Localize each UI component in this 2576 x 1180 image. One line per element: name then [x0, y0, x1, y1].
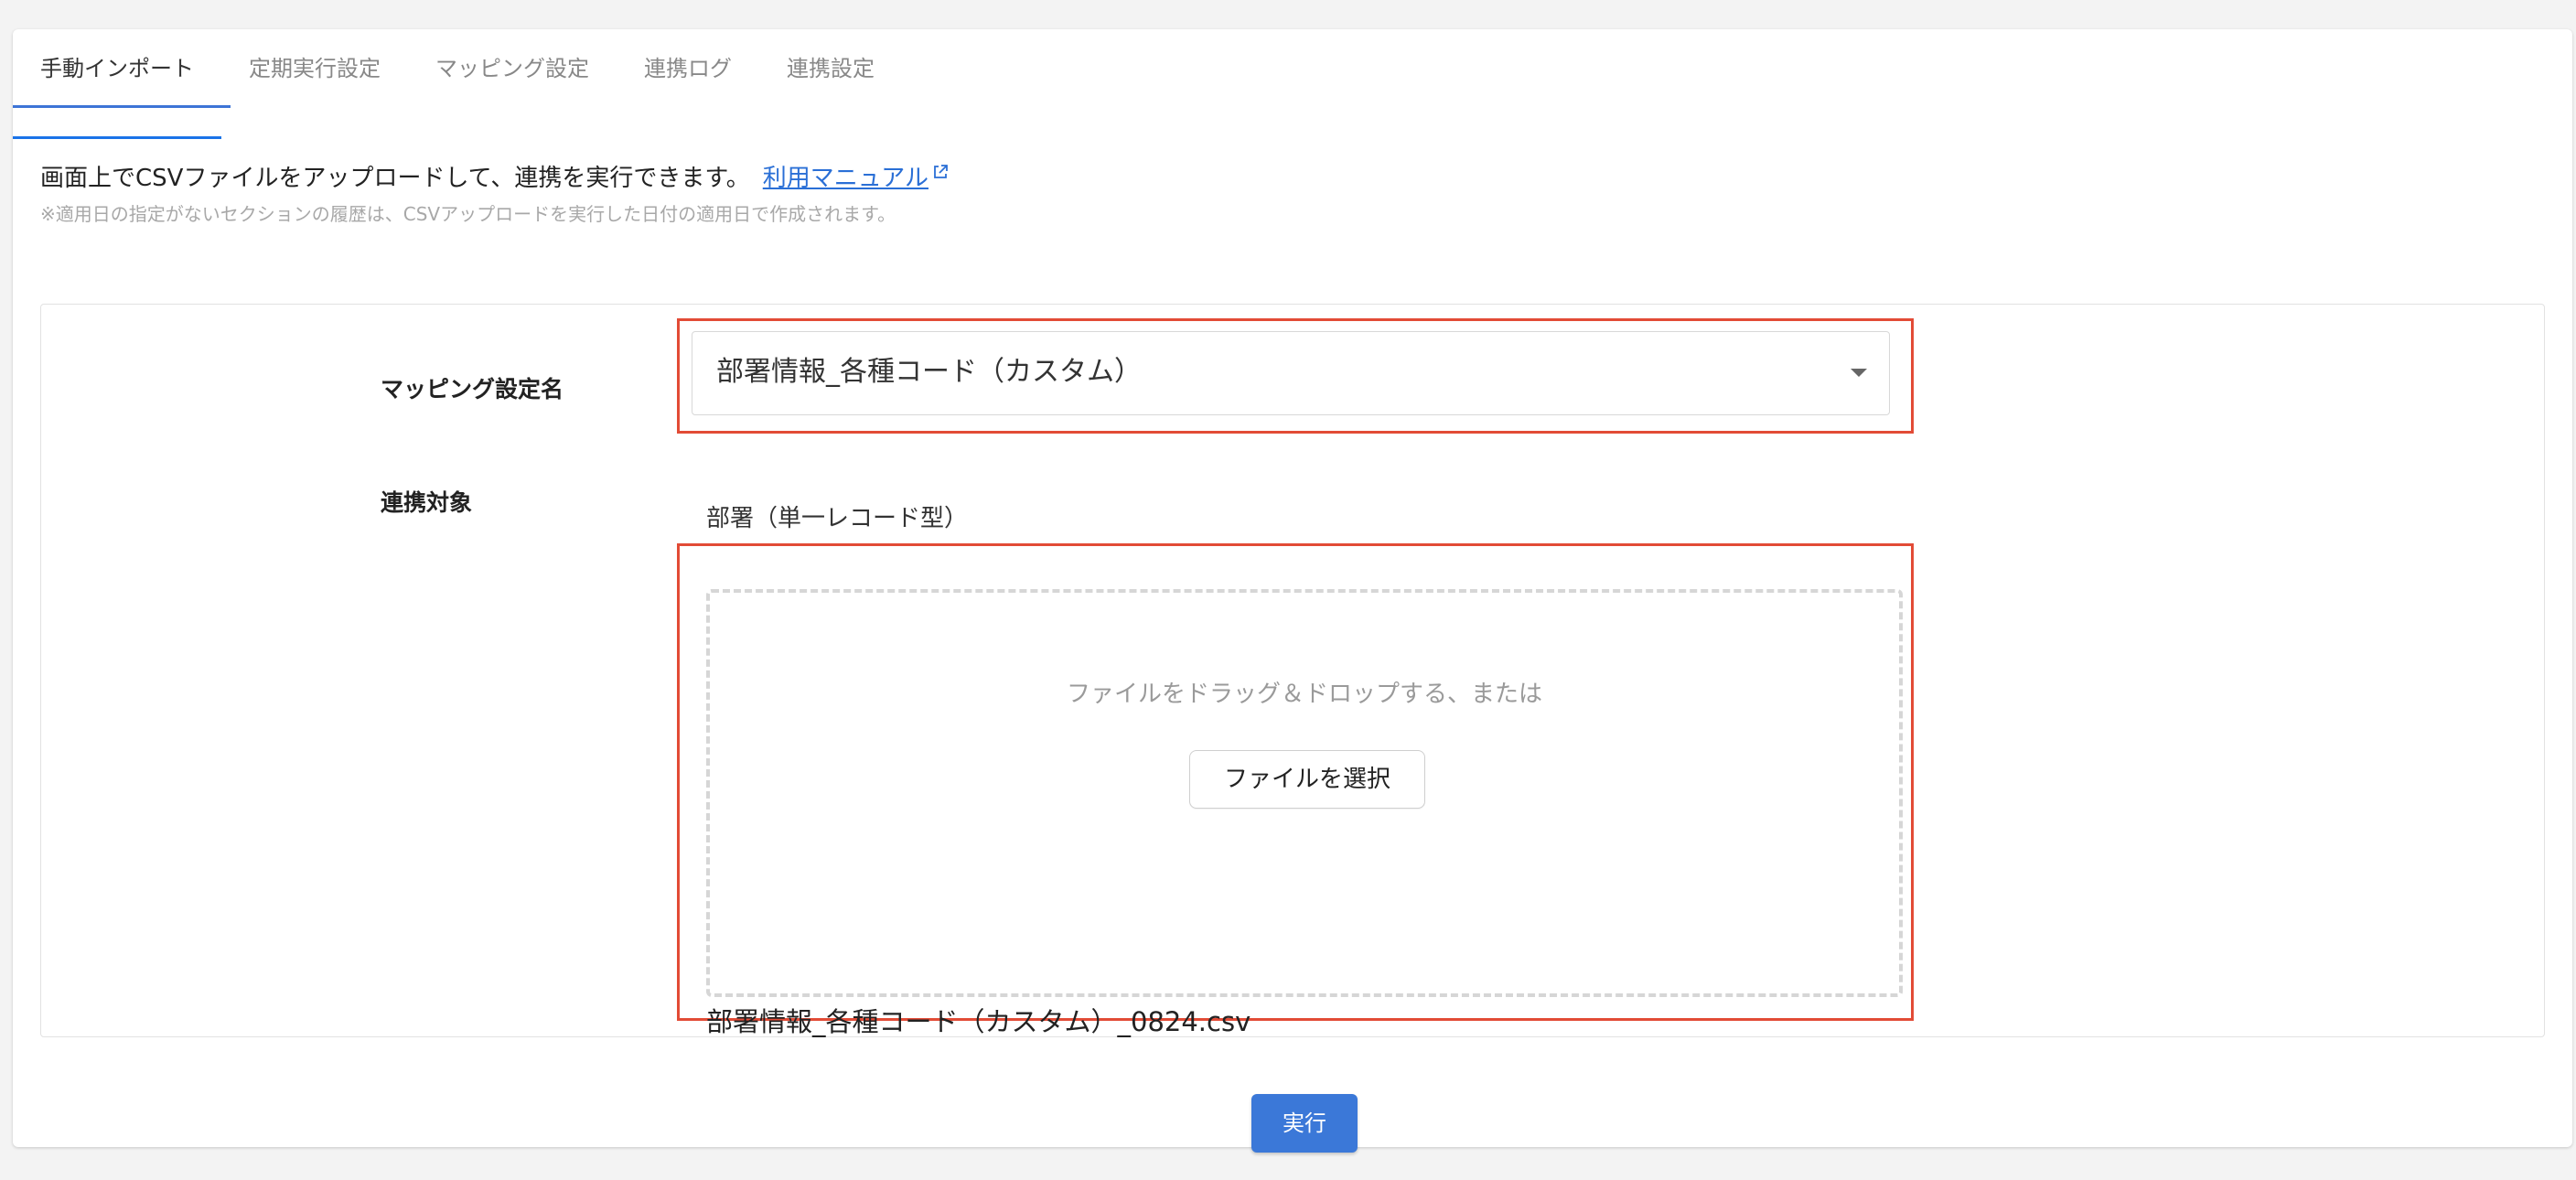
selected-file-name: 部署情報_各種コード（カスタム）_0824.csv: [706, 1006, 1251, 1037]
integration-target-value: 部署（単一レコード型）: [706, 505, 969, 532]
manual-link[interactable]: 利用マニュアル: [763, 165, 949, 192]
manual-link-label: 利用マニュアル: [762, 165, 928, 192]
mapping-setting-select[interactable]: 部署情報_各種コード（カスタム）: [692, 331, 1890, 415]
tab-bar: 手動インポート 定期実行設定 マッピング設定 連携ログ 連携設定: [13, 29, 902, 139]
active-tab-indicator: [13, 105, 231, 108]
tab-manual-import[interactable]: 手動インポート: [13, 29, 221, 139]
main-card: 手動インポート 定期実行設定 マッピング設定 連携ログ 連携設定 画面上でCSV…: [13, 29, 2572, 1153]
external-link-icon: [934, 165, 948, 178]
description-text: 画面上でCSVファイルをアップロードして、連携を実行できます。: [40, 165, 750, 192]
dropzone-hint: ファイルをドラッグ＆ドロップする、または: [1066, 681, 1542, 708]
mapping-setting-value: 部署情報_各種コード（カスタム）: [716, 356, 1142, 388]
chevron-down-icon: [1851, 369, 1867, 377]
tab-mapping-settings[interactable]: マッピング設定: [408, 29, 617, 110]
choose-file-button[interactable]: ファイルを選択: [1189, 750, 1425, 809]
apply-date-note: ※適用日の指定がないセクションの履歴は、CSVアップロードを実行した日付の適用日…: [40, 203, 896, 225]
page-description: 画面上でCSVファイルをアップロードして、連携を実行できます。 利用マニュアル: [40, 159, 949, 193]
integration-target-label: 連携対象: [381, 489, 473, 516]
file-dropzone[interactable]: ファイルをドラッグ＆ドロップする、または ファイルを選択: [706, 589, 1903, 997]
mapping-setting-label: マッピング設定名: [381, 376, 564, 402]
run-button[interactable]: 実行: [1251, 1094, 1358, 1153]
tab-scheduled-run[interactable]: 定期実行設定: [221, 29, 408, 110]
tab-integration-log[interactable]: 連携ログ: [617, 29, 759, 110]
tab-integration-settings[interactable]: 連携設定: [759, 29, 902, 110]
